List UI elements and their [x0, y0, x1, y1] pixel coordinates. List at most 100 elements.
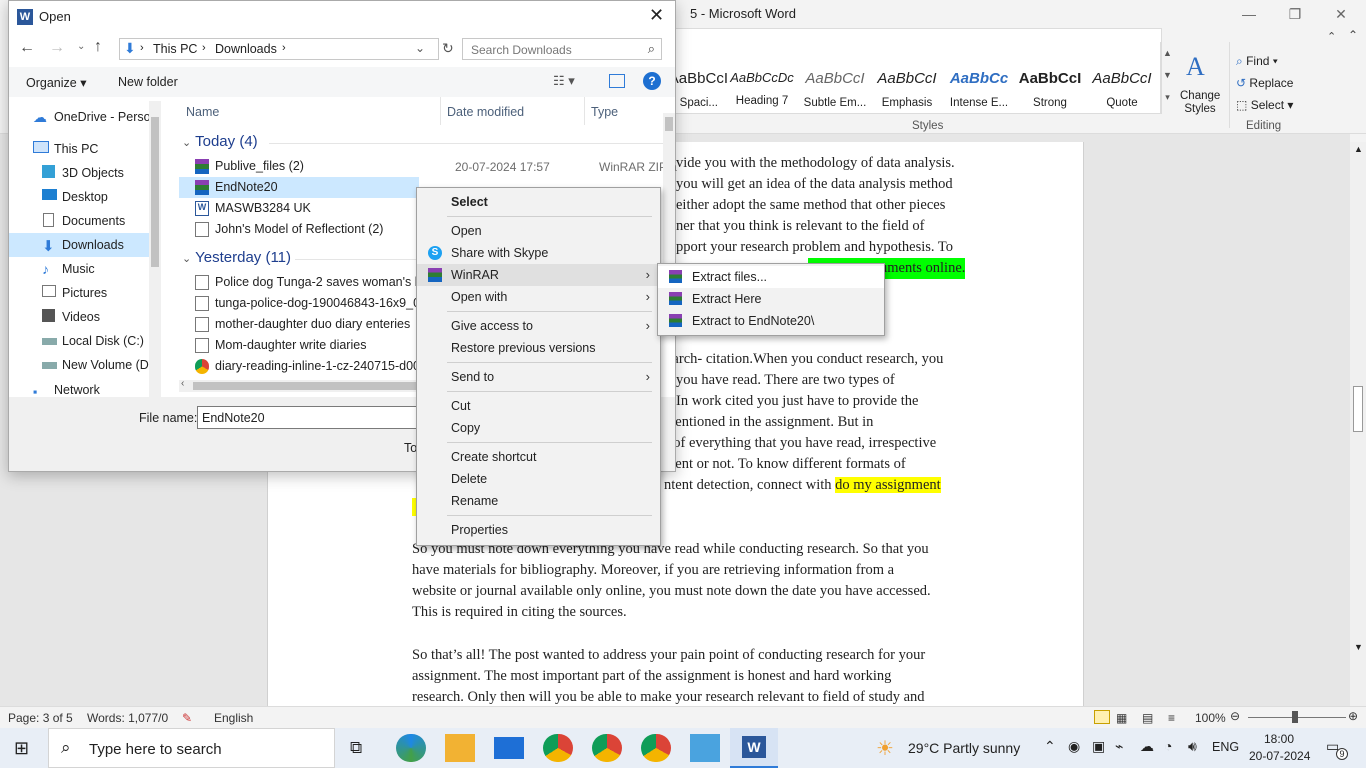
weather-icon[interactable]: ☀: [876, 736, 894, 761]
style-subtle-emphasis[interactable]: AaBbCcI Subtle Em...: [799, 66, 871, 128]
meet-icon[interactable]: ▣: [1092, 738, 1105, 755]
menu-item-extract-here[interactable]: Extract Here: [658, 288, 884, 310]
recent-chevron-icon[interactable]: ⌄: [77, 41, 85, 52]
language-status[interactable]: English: [214, 711, 253, 725]
change-styles-button[interactable]: A Change Styles: [1178, 48, 1222, 118]
address-bar[interactable]: ⬇ › This PC › Downloads › ⌄ ↻: [119, 38, 454, 60]
nav-item-this-pc[interactable]: This PC: [9, 137, 157, 161]
gallery-scroll[interactable]: ▲ ▼ ▾: [1160, 42, 1174, 114]
word-taskbar-button[interactable]: W: [730, 728, 778, 768]
file-explorer-icon[interactable]: [445, 734, 475, 762]
nav-item-desktop[interactable]: Desktop: [9, 185, 157, 209]
scroll-down-icon[interactable]: ▼: [1354, 642, 1363, 652]
clock-date[interactable]: 20-07-2024: [1249, 749, 1310, 763]
menu-item-select[interactable]: Select: [417, 191, 660, 213]
menu-item-restore-versions[interactable]: Restore previous versions: [417, 337, 660, 359]
menu-item-delete[interactable]: Delete: [417, 468, 660, 490]
word-count[interactable]: Words: 1,077/0: [87, 711, 168, 725]
v-scroll-thumb[interactable]: [665, 117, 673, 131]
nav-scrollbar[interactable]: [149, 101, 161, 397]
clock-time[interactable]: 18:00: [1264, 732, 1294, 746]
address-dropdown-icon[interactable]: ⌄: [415, 41, 425, 55]
style-quote[interactable]: AaBbCcI Quote: [1086, 66, 1158, 128]
filename-input[interactable]: EndNote20: [197, 406, 427, 429]
menu-item-share-skype[interactable]: S Share with Skype: [417, 242, 660, 264]
outline-icon[interactable]: ≡: [1168, 711, 1175, 725]
organize-button[interactable]: Organize ▾: [26, 75, 86, 90]
chrome-profile-icon[interactable]: [641, 734, 671, 762]
nav-item-network[interactable]: ▪ Network: [9, 383, 157, 397]
volume-icon[interactable]: 🔊︎: [1188, 738, 1197, 755]
select-button[interactable]: ⬚ Select ▾: [1236, 98, 1302, 118]
view-options-icon[interactable]: ☷ ▾: [553, 73, 575, 89]
forward-arrow-icon[interactable]: →: [49, 39, 65, 57]
new-folder-button[interactable]: New folder: [118, 75, 178, 89]
page-count[interactable]: Page: 3 of 5: [8, 711, 73, 725]
nav-item-3d-objects[interactable]: 3D Objects: [9, 161, 157, 185]
edge-icon[interactable]: [396, 734, 426, 762]
menu-item-copy[interactable]: Copy: [417, 417, 660, 439]
style-strong[interactable]: AaBbCcI Strong: [1014, 66, 1086, 128]
zoom-in-icon[interactable]: ⊕: [1348, 709, 1358, 723]
zoom-out-icon[interactable]: ⊖: [1230, 709, 1240, 723]
menu-item-properties[interactable]: Properties: [417, 519, 660, 541]
menu-item-winrar[interactable]: WinRAR ›: [417, 264, 660, 286]
mail-icon[interactable]: [494, 737, 524, 759]
file-row-selected[interactable]: EndNote20: [179, 177, 419, 198]
menu-item-give-access[interactable]: Give access to ›: [417, 315, 660, 337]
back-arrow-icon[interactable]: ←: [19, 39, 35, 57]
nav-item-videos[interactable]: Videos: [9, 305, 157, 329]
wifi-icon[interactable]: ◔: [1164, 738, 1172, 754]
dialog-close-icon[interactable]: ✕: [649, 5, 664, 26]
windows-start-icon[interactable]: ⊞: [14, 738, 29, 759]
collapse-ribbon-icon[interactable]: ⌃: [1327, 30, 1336, 43]
task-view-icon[interactable]: ⧉: [350, 738, 362, 758]
nav-item-pictures[interactable]: Pictures: [9, 281, 157, 305]
read-mode-icon[interactable]: ▤: [1142, 711, 1153, 725]
web-layout-icon[interactable]: ▦: [1116, 711, 1127, 725]
nav-item-music[interactable]: ♪ Music: [9, 257, 157, 281]
group-yesterday[interactable]: ⌄ Yesterday (11): [182, 249, 291, 266]
scroll-up-icon[interactable]: ▲: [1354, 144, 1363, 154]
input-language[interactable]: ENG: [1212, 740, 1239, 754]
menu-item-extract-to[interactable]: Extract to EndNote20\: [658, 310, 884, 332]
search-downloads-input[interactable]: Search Downloads ⌕: [462, 38, 662, 60]
menu-item-cut[interactable]: Cut: [417, 395, 660, 417]
print-layout-icon[interactable]: [1094, 710, 1110, 724]
menu-item-send-to[interactable]: Send to ›: [417, 366, 660, 388]
breadcrumb-this-pc[interactable]: This PC: [153, 42, 197, 56]
control-panel-icon[interactable]: [690, 734, 720, 762]
close-word-button[interactable]: ✕: [1318, 0, 1364, 28]
preview-pane-icon[interactable]: [609, 74, 625, 88]
document-scrollbar[interactable]: ▲ ▼: [1350, 142, 1366, 706]
menu-item-extract-files[interactable]: Extract files...: [658, 266, 884, 288]
nav-item-onedrive[interactable]: ☁ OneDrive - Person: [9, 105, 157, 129]
menu-item-open[interactable]: Open: [417, 220, 660, 242]
nav-item-downloads[interactable]: ⬇ Downloads: [9, 233, 149, 257]
file-row[interactable]: Publive_files (2) 20-07-2024 17:57 WinRAR …: [179, 156, 677, 177]
list-hscrollbar[interactable]: ‹: [179, 378, 427, 392]
nav-item-new-volume[interactable]: New Volume (D:: [9, 353, 157, 377]
replace-button[interactable]: ↺ Replace: [1236, 76, 1302, 96]
nav-item-local-disk[interactable]: Local Disk (C:): [9, 329, 157, 353]
group-today[interactable]: ⌄ Today (4): [182, 133, 258, 150]
style-emphasis[interactable]: AaBbCcI Emphasis: [871, 66, 943, 128]
nav-item-documents[interactable]: Documents: [9, 209, 157, 233]
zoom-level[interactable]: 100%: [1195, 711, 1226, 725]
zoom-thumb[interactable]: [1292, 711, 1298, 723]
scroll-thumb[interactable]: [1353, 386, 1363, 432]
cloud-sync-icon[interactable]: ☁: [1140, 738, 1154, 755]
find-button[interactable]: ⌕ Find ▾: [1236, 54, 1302, 74]
record-icon[interactable]: ◉: [1068, 738, 1080, 755]
network-status-icon[interactable]: ⌁: [1115, 738, 1123, 755]
style-intense-emphasis[interactable]: AaBbCc Intense E...: [943, 66, 1015, 128]
refresh-icon[interactable]: ↻: [442, 40, 454, 57]
weather-text[interactable]: 29°C Partly sunny: [908, 740, 1020, 756]
up-arrow-icon[interactable]: ↑: [94, 38, 102, 56]
menu-item-create-shortcut[interactable]: Create shortcut: [417, 446, 660, 468]
menu-item-rename[interactable]: Rename: [417, 490, 660, 512]
menu-item-open-with[interactable]: Open with ›: [417, 286, 660, 308]
minimize-button[interactable]: —: [1226, 0, 1272, 28]
proofing-icon[interactable]: ✎: [182, 711, 192, 725]
h-scroll-thumb[interactable]: [193, 382, 423, 390]
